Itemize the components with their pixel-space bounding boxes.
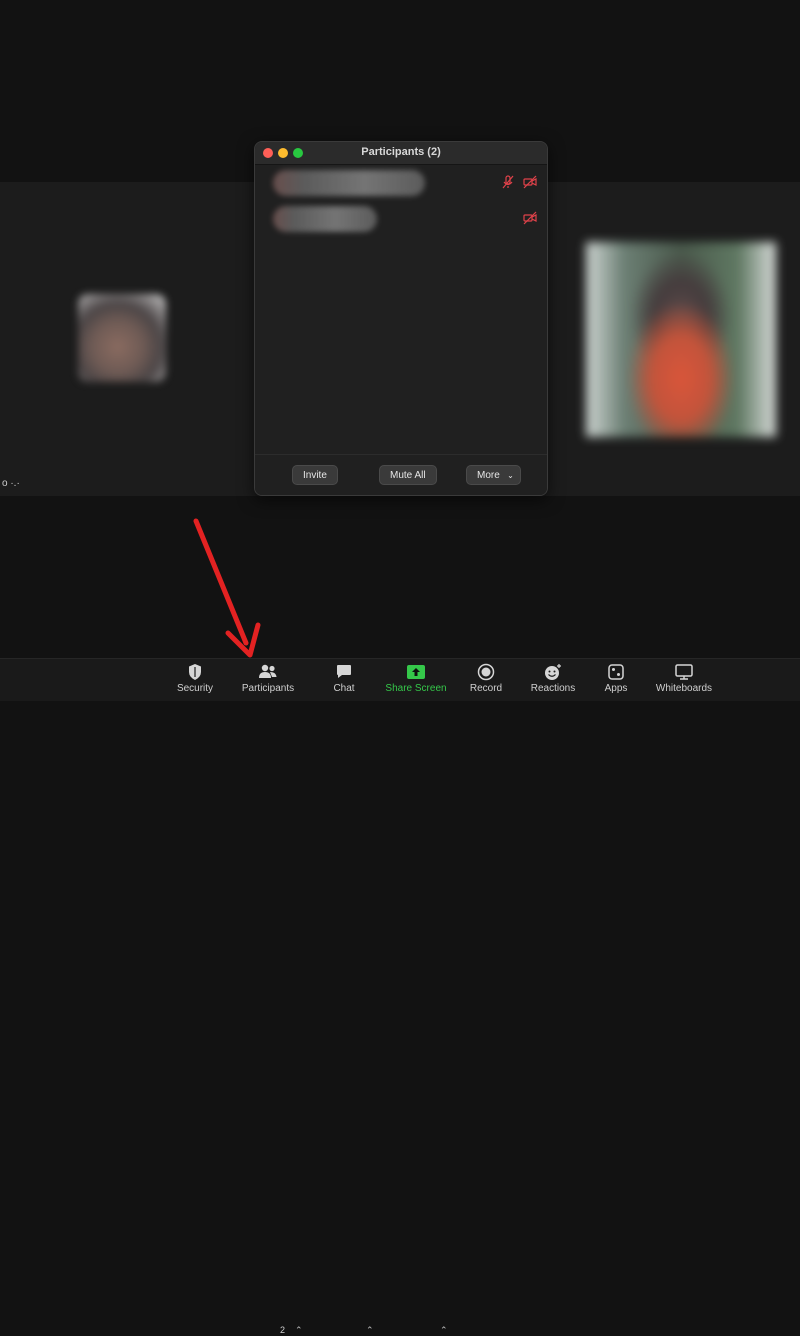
apps-icon [608,664,624,680]
share-chevron-up-icon[interactable]: ⌃ [440,1325,448,1336]
whiteboard-icon [675,664,693,680]
chevron-down-icon: ⌄ [507,471,514,480]
more-button[interactable]: More ⌄ [466,465,521,485]
shield-icon [189,664,201,680]
video-off-icon[interactable] [523,175,537,189]
participants-count-badge: 2 [280,1325,286,1335]
chat-bubble-icon [337,665,351,678]
reactions-icon [545,664,561,680]
blurred-participant-name [273,206,377,232]
video-off-icon[interactable] [523,211,537,225]
share-screen-button[interactable]: Share Screen [384,663,448,694]
participants-window: Participants (2) Invite Mute All More ⌄ [254,141,548,496]
whiteboards-label: Whiteboards [655,683,713,694]
security-button[interactable]: Security [172,663,218,694]
participant-row[interactable] [273,170,537,196]
share-screen-label: Share Screen [385,683,447,694]
participants-label: Participants [241,683,295,694]
participant-row[interactable] [273,206,537,232]
reactions-label: Reactions [530,683,576,694]
whiteboards-button[interactable]: Whiteboards [652,663,716,694]
blurred-video-feed-right [586,242,776,437]
video-tile-right[interactable] [546,182,800,496]
annotation-arrow [193,518,261,658]
security-label: Security [176,683,214,694]
apps-label: Apps [604,683,628,694]
reactions-button[interactable]: Reactions [526,663,580,694]
invite-button[interactable]: Invite [292,465,338,485]
more-label: More [477,470,500,481]
participants-button[interactable]: Participants [236,663,300,694]
tile-name-left: o ·.· [2,478,20,489]
participants-icon [259,664,277,678]
video-tile-left[interactable]: o ·.· [0,182,255,496]
record-button[interactable]: Record [466,663,506,694]
chat-label: Chat [333,683,355,694]
record-label: Record [469,683,503,694]
chat-chevron-up-icon[interactable]: ⌃ [366,1325,374,1336]
blurred-participant-name [273,170,425,196]
meeting-toolbar: Security Participants 2 ⌃ Chat ⌃ Share S… [0,658,800,1335]
apps-button[interactable]: Apps [600,663,632,694]
chat-button[interactable]: Chat [326,663,362,694]
window-titlebar[interactable]: Participants (2) [255,142,547,165]
mic-muted-icon[interactable] [501,175,515,189]
share-screen-icon [407,665,425,679]
participants-chevron-up-icon[interactable]: ⌃ [295,1325,303,1336]
window-title: Participants (2) [361,146,441,158]
panel-footer: Invite Mute All More ⌄ [255,454,547,495]
blurred-avatar-left [78,294,166,382]
record-icon [477,663,495,681]
mute-all-button[interactable]: Mute All [379,465,437,485]
